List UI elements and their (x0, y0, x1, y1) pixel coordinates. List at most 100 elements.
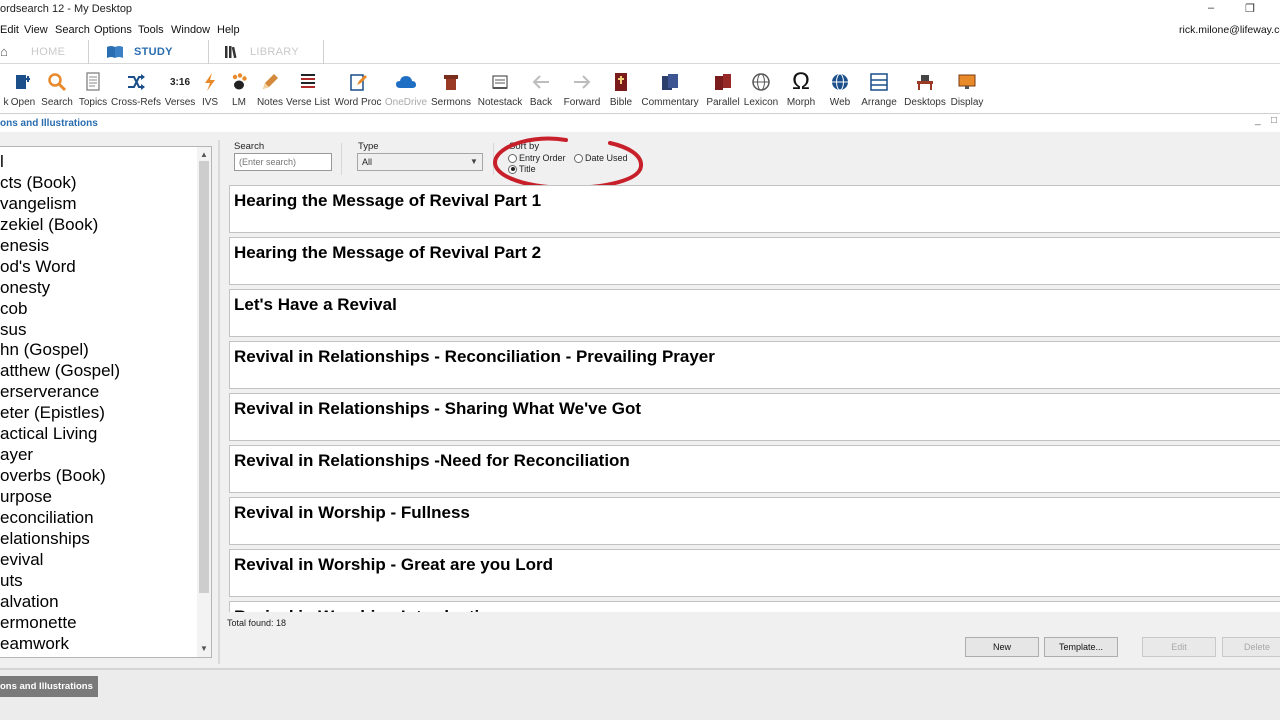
result-title: Hearing the Message of Revival Part 2 (234, 243, 542, 262)
result-card[interactable]: Hearing the Message of Revival Part 2 (229, 237, 1280, 285)
toolbar-crossrefs-button[interactable]: Cross-Refs (111, 68, 161, 112)
topic-item[interactable]: urpose (0, 486, 196, 507)
result-card[interactable]: Revival in Relationships - Sharing What … (229, 393, 1280, 441)
menu-options[interactable]: Options (94, 24, 132, 36)
menu-search[interactable]: Search (55, 24, 90, 36)
pane-splitter[interactable] (218, 140, 220, 664)
toolbar-label: Search (41, 97, 73, 108)
result-card[interactable]: Revival in Worship - Introduction (229, 601, 1280, 612)
toolbar-label: Notes (256, 97, 284, 108)
sort-title-radio[interactable]: Title (508, 164, 536, 174)
toolbar-lm-button[interactable]: LM (229, 68, 249, 112)
topic-item[interactable]: eamwork (0, 633, 196, 654)
toolbar-lexicon-button[interactable]: Lexicon (744, 68, 778, 112)
topic-item[interactable]: erserverance (0, 381, 196, 402)
radio-label: Date Used (585, 153, 628, 163)
result-card[interactable]: Revival in Relationships -Need for Recon… (229, 445, 1280, 493)
toolbar-back-button[interactable]: Back (528, 68, 554, 112)
tab-home[interactable]: HOME (31, 40, 65, 64)
topic-item[interactable]: cts (Book) (0, 172, 196, 193)
toolbar-verselist-button[interactable]: Verse List (286, 68, 330, 112)
restore-button[interactable]: ❐ (1245, 2, 1255, 15)
toolbar-desktops-button[interactable]: Desktops (904, 68, 946, 112)
result-card[interactable]: Hearing the Message of Revival Part 1 (229, 185, 1280, 233)
main-toolbar: k Open Search Topics Cross-Refs 3:16 Ver… (0, 64, 1280, 114)
topic-item[interactable]: sus (0, 319, 196, 340)
panel-minimize-button[interactable]: _ (1255, 115, 1261, 126)
topic-item[interactable]: econciliation (0, 507, 196, 528)
open-book-icon (107, 46, 123, 58)
menu-window[interactable]: Window (171, 24, 210, 36)
home-arrow-icon[interactable]: ⌂ (0, 44, 8, 59)
topic-item[interactable]: hn (Gospel) (0, 339, 196, 360)
menu-view[interactable]: View (24, 24, 48, 36)
list-icon (296, 70, 320, 94)
radio-label: Entry Order (519, 153, 566, 163)
account-email[interactable]: rick.milone@lifeway.co (1179, 24, 1280, 36)
scroll-thumb[interactable] (199, 161, 209, 593)
toolbar-web-button[interactable]: Web (826, 68, 854, 112)
topics-scrollbar[interactable]: ▲ ▼ (197, 147, 211, 657)
result-card[interactable]: Revival in Worship - Fullness (229, 497, 1280, 545)
toolbar-verses-button[interactable]: 3:16 Verses (165, 68, 196, 112)
search-input[interactable] (234, 153, 332, 171)
toolbar-bible-button[interactable]: Bible (608, 68, 634, 112)
result-title: Revival in Relationships - Reconciliatio… (234, 347, 715, 366)
toolbar-wordproc-button[interactable]: Word Proc (334, 68, 382, 112)
topic-item[interactable]: l (0, 151, 196, 172)
toolbar-forward-button[interactable]: Forward (563, 68, 601, 112)
sort-date-used-radio[interactable]: Date Used (574, 153, 628, 163)
tab-library[interactable]: LIBRARY (224, 40, 299, 64)
bible-icon (609, 70, 633, 94)
topic-item[interactable]: elationships (0, 528, 196, 549)
result-card[interactable]: Revival in Worship - Great are you Lord (229, 549, 1280, 597)
toolbar-search-button[interactable]: Search (41, 68, 73, 112)
topic-item[interactable]: cob (0, 298, 196, 319)
scroll-up-icon[interactable]: ▲ (197, 149, 211, 161)
topic-item[interactable]: onesty (0, 277, 196, 298)
topic-item[interactable]: zekiel (Book) (0, 214, 196, 235)
topic-item[interactable]: uts (0, 570, 196, 591)
toolbar-morph-button[interactable]: Ω Morph (785, 68, 817, 112)
toolbar-ivs-button[interactable]: IVS (200, 68, 220, 112)
toolbar-topics-button[interactable]: Topics (78, 68, 108, 112)
sort-entry-order-radio[interactable]: Entry Order (508, 153, 566, 163)
template-button[interactable]: Template... (1044, 637, 1118, 657)
edit-button[interactable]: Edit (1142, 637, 1216, 657)
panel-maximize-button[interactable]: □ (1271, 115, 1277, 126)
toolbar-open-button[interactable]: Open (9, 68, 37, 112)
topic-item[interactable]: alvation (0, 591, 196, 612)
menu-tools[interactable]: Tools (138, 24, 164, 36)
result-card[interactable]: Let's Have a Revival (229, 289, 1280, 337)
toolbar-onedrive-button[interactable]: OneDrive (385, 68, 427, 112)
toolbar-display-button[interactable]: Display (950, 68, 984, 112)
topic-item[interactable]: evival (0, 549, 196, 570)
topic-item[interactable]: enesis (0, 235, 196, 256)
tab-study[interactable]: STUDY (106, 40, 173, 64)
topic-item[interactable]: ayer (0, 444, 196, 465)
toolbar-commentary-button[interactable]: Commentary (641, 68, 699, 112)
toolbar-parallel-button[interactable]: Parallel (706, 68, 740, 112)
result-card[interactable]: Revival in Relationships - Reconciliatio… (229, 341, 1280, 389)
menu-edit[interactable]: Edit (0, 24, 19, 36)
new-button[interactable]: New (965, 637, 1039, 657)
topic-item[interactable]: atthew (Gospel) (0, 360, 196, 381)
bottom-tab-illustrations[interactable]: ons and Illustrations (0, 676, 98, 697)
topic-item[interactable]: overbs (Book) (0, 465, 196, 486)
delete-button[interactable]: Delete (1222, 637, 1280, 657)
topic-item[interactable]: ermonette (0, 612, 196, 633)
toolbar-notestack-button[interactable]: Notestack (478, 68, 522, 112)
topic-item[interactable]: od's Word (0, 256, 196, 277)
tab-study-label: STUDY (134, 46, 173, 58)
topic-item[interactable]: eter (Epistles) (0, 402, 196, 423)
toolbar-sermons-button[interactable]: Sermons (431, 68, 471, 112)
toolbar-arrange-button[interactable]: Arrange (861, 68, 897, 112)
type-select[interactable]: All ▼ (357, 153, 483, 171)
minimize-button[interactable]: – (1208, 2, 1214, 14)
scroll-down-icon[interactable]: ▼ (197, 643, 211, 655)
toolbar-notes-button[interactable]: Notes (257, 68, 283, 112)
menu-help[interactable]: Help (217, 24, 240, 36)
topic-item[interactable]: actical Living (0, 423, 196, 444)
topic-item[interactable]: vangelism (0, 193, 196, 214)
type-select-value: All (362, 157, 373, 167)
